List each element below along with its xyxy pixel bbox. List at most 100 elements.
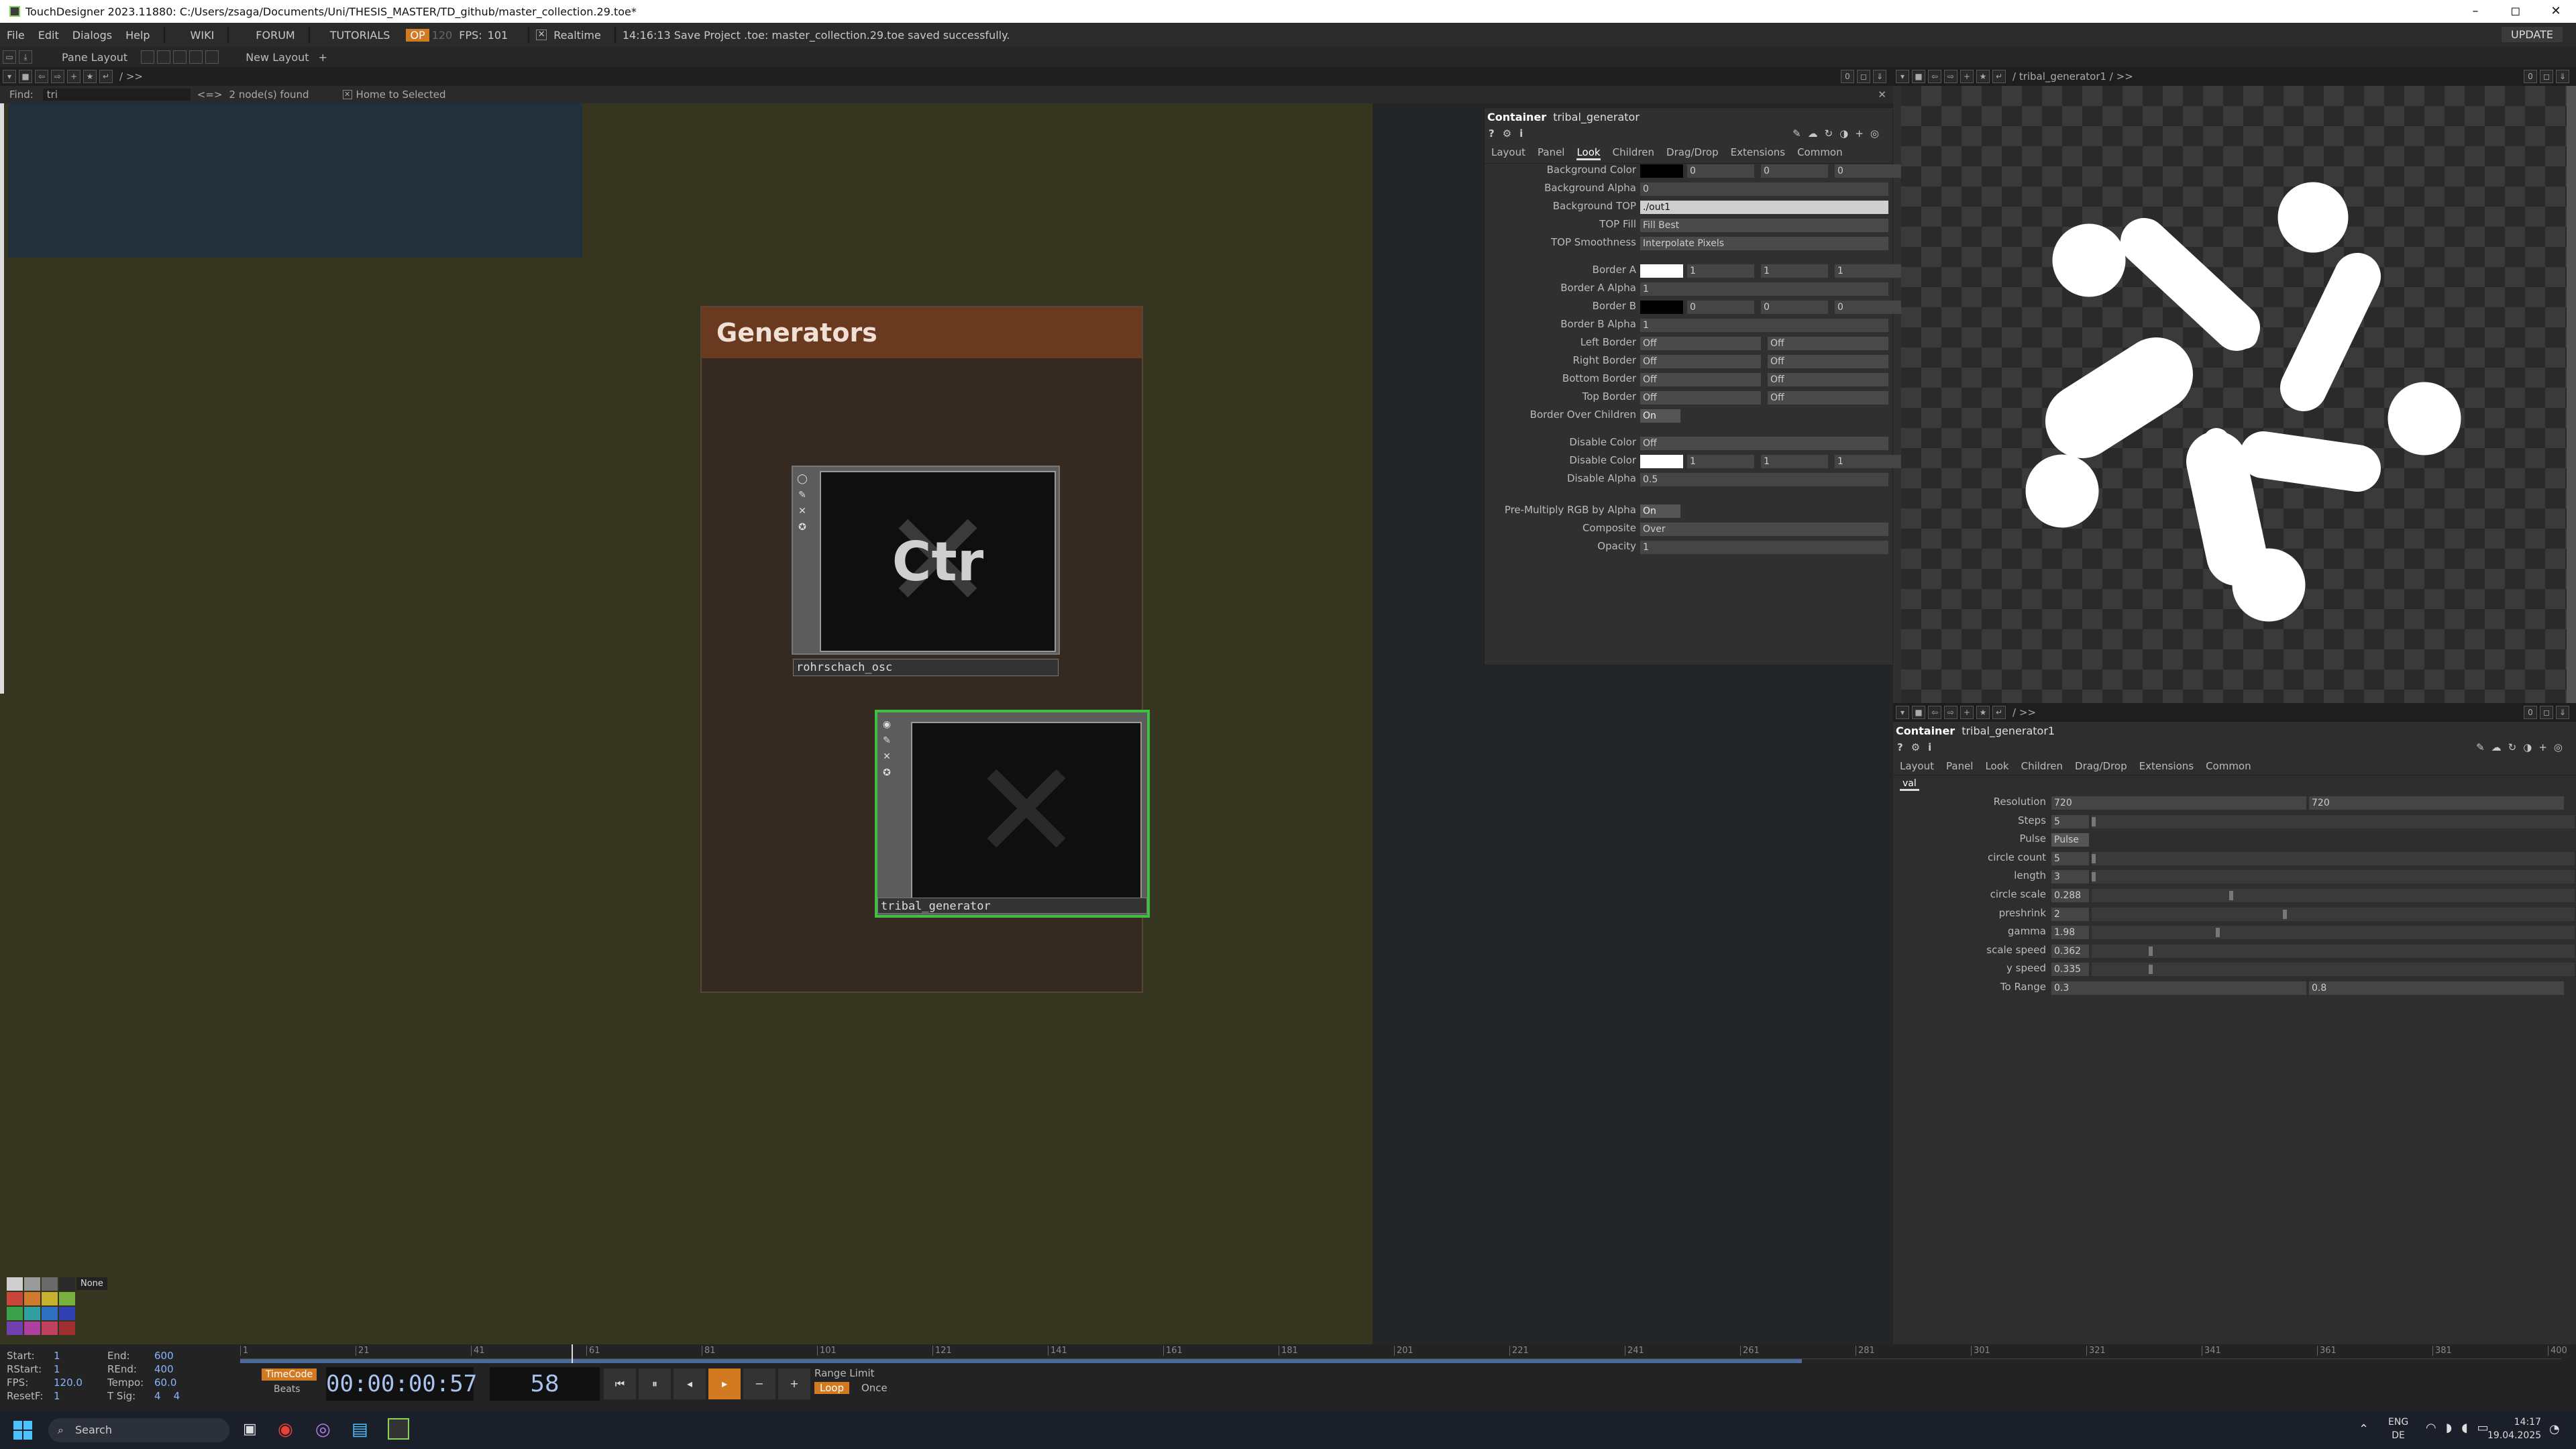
param-slider[interactable] (2092, 926, 2575, 940)
enter-icon[interactable]: ↵ (1992, 706, 2006, 719)
param-field[interactable]: Off (1768, 337, 1888, 350)
playhead[interactable] (572, 1344, 573, 1363)
layout-4-icon[interactable] (189, 50, 203, 64)
palette-swatch[interactable] (59, 1322, 75, 1335)
tray-chevron-icon[interactable]: ⌃ (2359, 1422, 2369, 1436)
top-viewer[interactable] (1901, 86, 2576, 703)
palette-swatch[interactable] (24, 1307, 40, 1320)
tab-layout[interactable]: Layout (1900, 760, 1934, 772)
viewer-flag-icon[interactable]: ◉ (883, 719, 891, 730)
start-button[interactable] (13, 1421, 32, 1440)
forward-icon[interactable]: ⇨ (1944, 706, 1957, 719)
palette-swatch[interactable] (59, 1307, 75, 1320)
step-forward-icon[interactable]: + (778, 1368, 810, 1399)
tab-extensions[interactable]: Extensions (1731, 146, 1785, 160)
param-field[interactable]: 1 (1687, 264, 1754, 278)
back-icon[interactable]: ⇦ (35, 70, 48, 83)
param-tool-icons[interactable]: ✎☁↻◑+◎ (2476, 741, 2569, 753)
param-field[interactable]: 0.288 (2051, 889, 2089, 902)
param-field[interactable]: 0.5 (1640, 473, 1888, 486)
palette-swatch[interactable] (7, 1307, 23, 1320)
pin-icon[interactable]: ⤓ (19, 50, 32, 64)
pane-number-icon[interactable]: 0 (2524, 706, 2537, 719)
forum-link[interactable]: FORUM (249, 29, 301, 42)
pane-number-icon[interactable]: 0 (2524, 70, 2537, 83)
op-name[interactable]: tribal_generator1 (1962, 724, 2055, 737)
play-icon[interactable]: ▸ (708, 1368, 741, 1399)
node-name[interactable]: rohrschach_osc (793, 659, 1059, 676)
param-field[interactable]: Over (1640, 523, 1888, 536)
color-swatch[interactable] (1640, 164, 1683, 178)
close-find-icon[interactable]: ✕ (1878, 89, 1886, 101)
tab-layout[interactable]: Layout (1491, 146, 1525, 160)
viewer-path[interactable]: / tribal_generator1 / >> (2012, 70, 2133, 83)
add-layout-button[interactable]: + (319, 51, 327, 64)
perf-monitor-button[interactable]: OP (406, 28, 429, 42)
slider-handle[interactable] (2149, 965, 2153, 975)
tempo-value[interactable]: 60.0 (154, 1377, 208, 1389)
menu-edit[interactable]: Edit (32, 29, 66, 42)
tab-children[interactable]: Children (1613, 146, 1654, 160)
layout-5-icon[interactable] (205, 50, 219, 64)
color-swatch[interactable] (1640, 301, 1683, 314)
generators-container[interactable]: Generators ◯ ✎ ✕ ✪ ✕ Ctr rohrschach_osc … (700, 306, 1150, 993)
language-indicator[interactable]: ENG DE (2388, 1415, 2408, 1442)
pane-number-icon[interactable]: 0 (1841, 70, 1854, 83)
tribal-generator-node[interactable]: ◉ ✎ ✕ ✪ ✕ tribal_generator (875, 710, 1150, 918)
param-field[interactable]: Off (1768, 355, 1888, 368)
param-field[interactable]: 5 (2051, 814, 2089, 828)
chrome-icon[interactable]: ◉ (278, 1419, 293, 1440)
param-field[interactable]: 0 (1687, 301, 1754, 314)
palette-swatch[interactable] (59, 1277, 75, 1291)
network-editor[interactable] (0, 103, 1373, 1344)
maximize-pane-icon[interactable]: ◻ (2540, 706, 2553, 719)
param-pane-path[interactable]: / >> (2012, 706, 2036, 718)
minimize-button[interactable]: – (2455, 0, 2496, 23)
param-field[interactable]: 3 (2051, 870, 2089, 884)
forward-icon[interactable]: ⇨ (1944, 70, 1957, 83)
play-reverse-icon[interactable]: ◂ (674, 1368, 706, 1399)
taskbar-search[interactable]: ⌕ Search (48, 1418, 229, 1442)
star-icon[interactable]: ★ (1976, 70, 1990, 83)
palette-swatch[interactable] (59, 1292, 75, 1305)
layout-1-icon[interactable] (141, 50, 155, 64)
slider-handle[interactable] (2092, 872, 2096, 882)
maximize-pane-icon[interactable]: ◻ (2540, 70, 2553, 83)
param-field[interactable]: 0.3 (2051, 981, 2306, 995)
back-icon[interactable]: ⇦ (1928, 706, 1941, 719)
network-path[interactable]: / >> (119, 70, 143, 83)
rewind-icon[interactable]: ⏮ (604, 1368, 636, 1399)
param-slider[interactable] (2092, 963, 2575, 977)
tab-children[interactable]: Children (2021, 760, 2063, 772)
param-field[interactable]: 1 (1687, 455, 1754, 468)
home-to-selected-label[interactable]: Home to Selected (356, 89, 446, 101)
info-icon[interactable]: i (1928, 741, 1931, 756)
palette-swatch[interactable] (42, 1292, 58, 1305)
new-layout-label[interactable]: New Layout (246, 51, 309, 64)
tab-common[interactable]: Common (2206, 760, 2251, 772)
clock[interactable]: 14:17 19.04.2025 (2487, 1415, 2541, 1442)
slider-handle[interactable] (2282, 909, 2287, 919)
clone-flag-icon[interactable]: ✪ (883, 767, 891, 778)
palette-swatch[interactable] (42, 1307, 58, 1320)
rend-value[interactable]: 400 (154, 1363, 208, 1375)
bypass-flag-icon[interactable]: ✕ (798, 506, 806, 517)
timeline-ruler[interactable]: 1 21 41 61 81 101 121 141 161 181 201 221 241 261 281 3… (240, 1344, 2567, 1359)
task-view-icon[interactable]: ▣ (243, 1421, 257, 1438)
update-button[interactable]: UPDATE (2502, 27, 2563, 42)
param-field[interactable]: 1 (1640, 319, 1888, 332)
param-slider[interactable] (2092, 870, 2575, 884)
app-icon-2[interactable]: ◎ (315, 1419, 331, 1440)
param-field[interactable]: Interpolate Pixels (1640, 237, 1888, 250)
step-back-icon[interactable]: − (743, 1368, 775, 1399)
app-icon-3[interactable]: ▤ (352, 1419, 368, 1440)
help-icon[interactable]: ? (1489, 127, 1495, 142)
fps-value[interactable]: 120.0 (54, 1377, 107, 1389)
color-swatch[interactable] (1640, 455, 1683, 468)
maximize-pane-icon[interactable]: ◻ (1857, 70, 1870, 83)
stop-icon[interactable]: ■ (1912, 706, 1925, 719)
python-icon[interactable]: ⚙ (1911, 741, 1920, 756)
slider-handle[interactable] (2092, 816, 2096, 826)
viewer-scrollbar[interactable] (2567, 86, 2576, 703)
param-field[interactable]: 0 (1640, 182, 1888, 196)
